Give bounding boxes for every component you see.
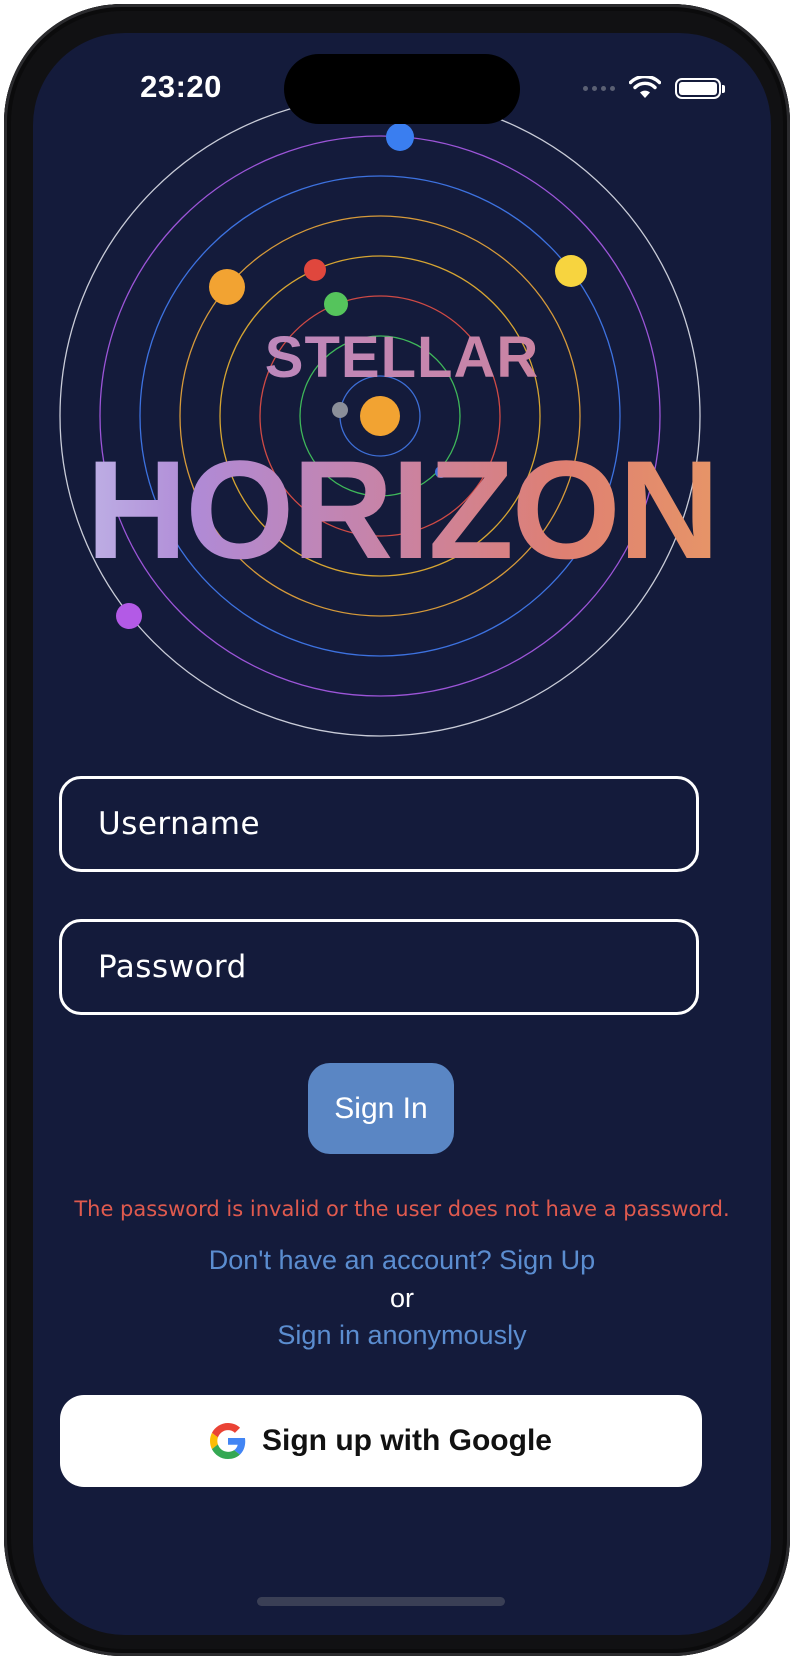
status-time: 23:20 bbox=[140, 69, 222, 104]
google-g-icon bbox=[210, 1423, 246, 1459]
error-message: The password is invalid or the user does… bbox=[74, 1197, 730, 1221]
password-input[interactable] bbox=[59, 919, 699, 1015]
or-separator: or bbox=[389, 1283, 414, 1313]
orbit-illustration bbox=[59, 95, 701, 737]
device-frame: 23:20 STELLAR HORIZON Sign In The passwo… bbox=[4, 4, 790, 1656]
planet-blue bbox=[386, 123, 414, 151]
planet-green bbox=[324, 292, 348, 316]
sign-up-link[interactable]: Don't have an account? Sign Up bbox=[33, 1245, 771, 1276]
app-screen: 23:20 STELLAR HORIZON Sign In The passwo… bbox=[33, 33, 771, 1635]
dynamic-island bbox=[284, 54, 520, 124]
planet-gray bbox=[332, 402, 348, 418]
planet-red bbox=[304, 259, 326, 281]
sign-in-anonymously-link[interactable]: Sign in anonymously bbox=[33, 1320, 771, 1351]
planet-purple bbox=[116, 603, 142, 629]
app-title-horizon: HORIZON bbox=[33, 435, 771, 585]
battery-icon bbox=[675, 77, 725, 99]
sun-planet bbox=[360, 396, 400, 436]
sign-in-button[interactable]: Sign In bbox=[308, 1063, 454, 1154]
planet-orange bbox=[209, 269, 245, 305]
status-indicators bbox=[583, 73, 725, 103]
cellular-signal-icon bbox=[583, 85, 615, 91]
planet-yellow bbox=[555, 255, 587, 287]
app-title-stellar: STELLAR bbox=[33, 323, 771, 393]
google-button-label: Sign up with Google bbox=[262, 1424, 552, 1457]
wifi-icon bbox=[629, 76, 661, 98]
google-sign-up-button[interactable]: Sign up with Google bbox=[60, 1395, 702, 1487]
username-input[interactable] bbox=[59, 776, 699, 872]
home-indicator[interactable] bbox=[257, 1597, 505, 1606]
